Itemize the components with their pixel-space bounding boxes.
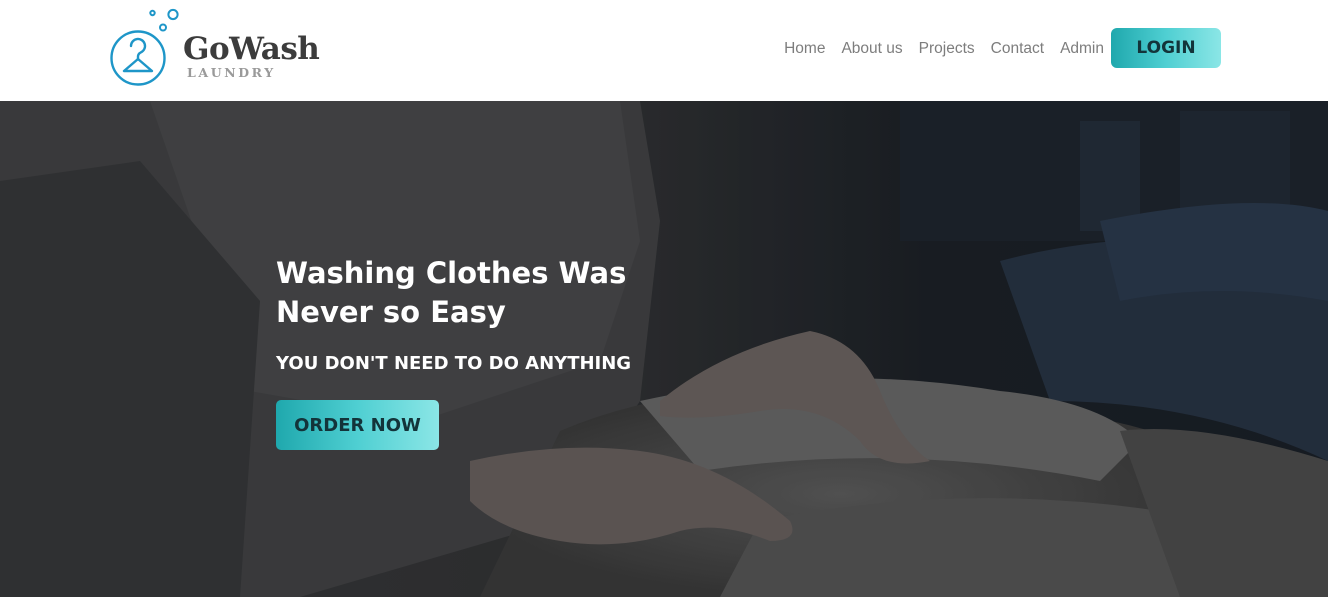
main-nav: Home About us Projects Contact Admin [784, 38, 1104, 60]
nav-link-home[interactable]: Home [784, 40, 825, 58]
nav-link-admin[interactable]: Admin [1060, 40, 1104, 58]
hero-title: Washing Clothes Was Never so Easy [276, 256, 627, 329]
hero-section: Washing Clothes Was Never so Easy YOU DO… [0, 101, 1328, 597]
hanger-icon [110, 8, 179, 86]
hero-subtitle: YOU DON'T NEED TO DO ANYTHING [276, 353, 632, 374]
brand-name: GoWash [183, 31, 320, 67]
nav-link-contact[interactable]: Contact [991, 40, 1044, 58]
hero-background-image [0, 101, 1328, 597]
site-logo[interactable]: GoWash LAUNDRY [109, 8, 320, 90]
order-now-button[interactable]: ORDER NOW [276, 400, 439, 450]
brand-subtitle: LAUNDRY [187, 65, 276, 80]
nav-link-projects[interactable]: Projects [919, 40, 975, 58]
navbar: GoWash LAUNDRY Home About us Projects Co… [0, 0, 1328, 101]
nav-link-about[interactable]: About us [841, 40, 902, 58]
login-button[interactable]: LOGIN [1111, 28, 1221, 68]
